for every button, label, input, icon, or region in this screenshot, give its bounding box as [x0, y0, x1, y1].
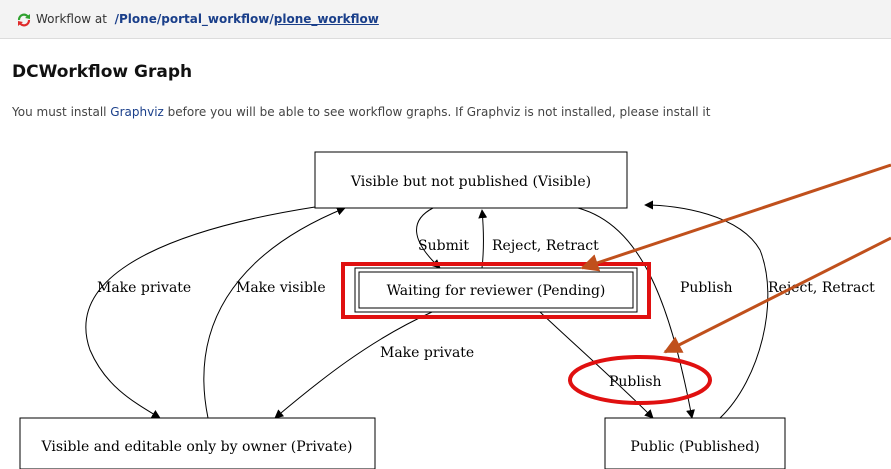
label-make-private-1: Make private: [97, 280, 191, 296]
state-private[interactable]: Visible and editable only by owner (Priv…: [19, 417, 376, 469]
edge-reject-retract: [478, 209, 488, 269]
state-pending[interactable]: Waiting for reviewer (Pending): [354, 267, 638, 313]
breadcrumb-prefix: Workflow at: [36, 12, 107, 26]
breadcrumb-root[interactable]: /Plone/: [115, 12, 162, 26]
breadcrumb-plone-workflow-link[interactable]: plone_workflow: [274, 12, 379, 26]
page-title: DCWorkflow Graph: [12, 62, 193, 82]
notice-text-end: before you will be able to see workflow …: [163, 105, 711, 119]
edge-private-to-visible: [203, 206, 346, 419]
label-make-private-2: Make private: [380, 345, 474, 361]
breadcrumb: Workflow at /Plone/portal_workflow/plone…: [36, 12, 379, 26]
label-submit: Submit: [418, 238, 469, 254]
annotation-arrow-1: [580, 163, 891, 272]
state-visible[interactable]: Visible but not published (Visible): [314, 151, 628, 209]
label-publish-1: Publish: [680, 280, 733, 296]
svg-text:Public (Published): Public (Published): [630, 439, 759, 455]
svg-text:Visible but not published (Vis: Visible but not published (Visible): [350, 174, 591, 190]
notice-text-start: You must install: [12, 105, 111, 119]
workflow-graph: Visible but not published (Visible) Wait…: [19, 151, 891, 469]
edge-pending-to-private: [274, 311, 433, 419]
label-reject-retract-1: Reject, Retract: [492, 238, 599, 254]
graphviz-notice: You must install Graphviz before you wil…: [12, 105, 710, 119]
breadcrumb-portal-workflow[interactable]: portal_workflow: [161, 12, 269, 26]
graphviz-link[interactable]: Graphviz: [110, 105, 164, 119]
breadcrumb-bar: Workflow at /Plone/portal_workflow/plone…: [0, 0, 891, 39]
label-make-visible: Make visible: [236, 280, 326, 296]
edge-visible-to-private: [85, 206, 316, 419]
svg-text:Waiting for reviewer (Pending): Waiting for reviewer (Pending): [387, 283, 606, 299]
reload-icon[interactable]: [16, 12, 32, 28]
state-published[interactable]: Public (Published): [604, 417, 786, 469]
label-publish-2: Publish: [609, 374, 662, 390]
svg-text:Visible and editable only by o: Visible and editable only by owner (Priv…: [41, 439, 353, 455]
